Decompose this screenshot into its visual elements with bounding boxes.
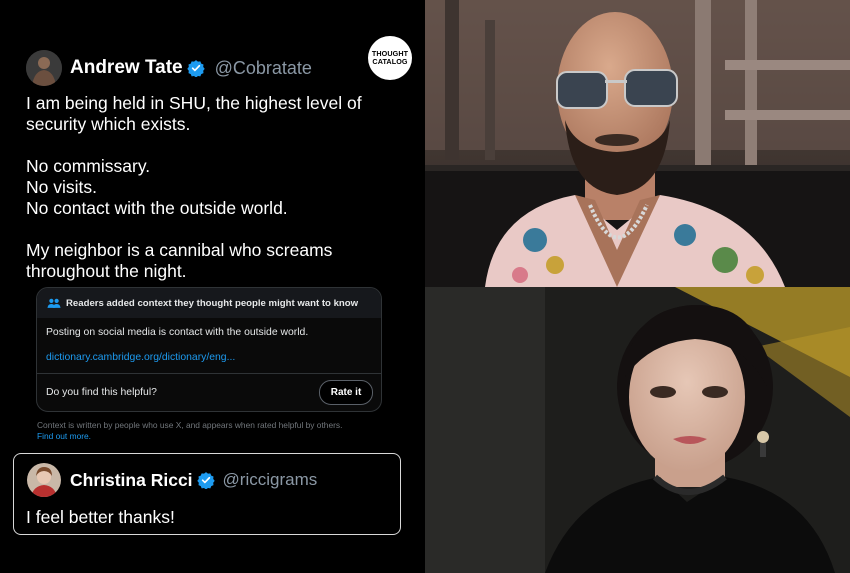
reply-author-name[interactable]: Christina Ricci <box>70 470 193 491</box>
reply-author-avatar[interactable] <box>27 463 61 497</box>
logo-line-2: CATALOG <box>372 57 408 66</box>
tweet-text: I am being held in SHU, the highest leve… <box>26 93 406 282</box>
tweet-line: security which exists. <box>26 114 191 134</box>
reply-text: I feel better thanks! <box>26 507 175 527</box>
community-note-card: Readers added context they thought peopl… <box>36 287 382 412</box>
tweet-line: I am being held in SHU, the highest leve… <box>26 93 362 113</box>
verified-badge-icon <box>196 472 215 489</box>
tweet-header: Andrew Tate @Cobratate <box>26 50 312 86</box>
community-note-source-link[interactable]: dictionary.cambridge.org/dictionary/eng.… <box>46 352 381 363</box>
photo-woman-dark-hair: Para <box>425 287 850 573</box>
author-avatar[interactable] <box>26 50 62 86</box>
rate-it-button[interactable]: Rate it <box>319 380 373 405</box>
community-note-footer: Context is written by people who use X, … <box>37 420 387 441</box>
tweet-line: My neighbor is a cannibal who screams <box>26 240 333 260</box>
reply-tweet-card: Christina Ricci @riccigrams I feel bette… <box>13 453 401 535</box>
community-note-text: Posting on social media is contact with … <box>46 327 309 338</box>
verified-badge-icon <box>186 60 205 77</box>
find-out-more-link[interactable]: Find out more. <box>37 431 387 442</box>
author-name[interactable]: Andrew Tate <box>70 57 183 79</box>
tweet-line: throughout the night. <box>26 261 187 281</box>
tweet-line: No contact with the outside world. <box>26 198 288 218</box>
photo-man-sunglasses <box>425 0 850 287</box>
divider <box>37 373 381 374</box>
community-note-footer-text: Context is written by people who use X, … <box>37 420 343 430</box>
thought-catalog-logo: THOUGHT CATALOG <box>368 36 412 80</box>
helpful-question: Do you find this helpful? <box>46 387 157 398</box>
people-icon <box>47 298 61 308</box>
author-handle[interactable]: @Cobratate <box>215 58 312 79</box>
tweet-line: No visits. <box>26 177 97 197</box>
tweet-composite-panel: Andrew Tate @Cobratate THOUGHT CATALOG I… <box>0 0 425 573</box>
reply-header: Christina Ricci @riccigrams <box>27 463 317 497</box>
community-note-header: Readers added context they thought peopl… <box>37 288 381 318</box>
reply-author-handle[interactable]: @riccigrams <box>223 470 318 490</box>
tweet-line: No commissary. <box>26 156 151 176</box>
community-note-title: Readers added context they thought peopl… <box>66 297 359 309</box>
